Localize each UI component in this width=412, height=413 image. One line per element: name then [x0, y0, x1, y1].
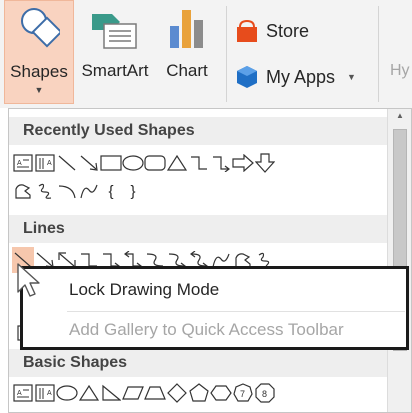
chevron-down-icon: ▼ — [347, 72, 356, 82]
triangle-icon[interactable] — [78, 380, 100, 406]
elbow-arrow-connector-icon[interactable] — [210, 150, 232, 176]
chart-button[interactable]: Chart — [156, 0, 218, 104]
section-header-basic-shapes: Basic Shapes — [9, 349, 387, 377]
vertical-text-box-icon[interactable]: A — [34, 380, 56, 406]
context-menu: Lock Drawing Mode Add Gallery to Quick A… — [20, 266, 409, 350]
chart-icon — [170, 10, 203, 48]
left-brace-icon[interactable]: { — [100, 178, 122, 204]
trapezoid-icon[interactable] — [144, 380, 166, 406]
right-triangle-icon[interactable] — [100, 380, 122, 406]
store-button[interactable]: Store — [236, 14, 309, 48]
store-label: Store — [266, 20, 310, 41]
freeform-shape-icon[interactable] — [12, 178, 34, 204]
ribbon-separator — [226, 6, 227, 102]
scroll-up-icon[interactable]: ▲ — [388, 111, 412, 125]
svg-text:A: A — [17, 390, 22, 397]
truncated-ribbon-label[interactable]: Hy — [390, 62, 410, 80]
basic-shapes-row: A A 7 8 — [12, 379, 276, 407]
curve-icon[interactable] — [78, 178, 100, 204]
my-apps-button[interactable]: My Apps ▼ — [236, 60, 356, 94]
svg-text:A: A — [47, 160, 52, 167]
ribbon-separator — [378, 6, 379, 102]
my-apps-icon — [237, 66, 257, 88]
right-brace-icon[interactable]: } — [122, 178, 144, 204]
heptagon-label: 7 — [240, 389, 245, 399]
section-header-recently-used: Recently Used Shapes — [9, 117, 387, 145]
gallery-scrollbar[interactable]: ▲ — [387, 109, 411, 412]
diamond-icon[interactable] — [166, 380, 188, 406]
store-icon — [237, 19, 257, 42]
elbow-connector-icon[interactable] — [188, 150, 210, 176]
scribble-icon[interactable] — [34, 178, 56, 204]
parallelogram-icon[interactable] — [122, 380, 144, 406]
rounded-rectangle-icon[interactable] — [144, 150, 166, 176]
shapes-label: Shapes — [10, 62, 68, 81]
svg-text:A: A — [47, 390, 52, 397]
section-header-lines: Lines — [9, 215, 387, 243]
recent-shapes-row: A A — [12, 149, 276, 177]
svg-text:A: A — [17, 160, 22, 167]
chart-label: Chart — [166, 61, 208, 80]
smartart-icon — [92, 14, 137, 49]
insert-ribbon: Shapes ▼ SmartArt Chart Store My Apps ▼ … — [0, 0, 412, 108]
arc-icon[interactable] — [56, 178, 78, 204]
shapes-button[interactable]: Shapes ▼ — [4, 0, 74, 104]
octagon-label: 8 — [262, 389, 267, 399]
right-arrow-icon[interactable] — [232, 150, 254, 176]
rectangle-icon[interactable] — [100, 150, 122, 176]
smartart-label: SmartArt — [81, 61, 149, 80]
oval-icon[interactable] — [122, 150, 144, 176]
octagon-icon[interactable]: 8 — [254, 380, 276, 406]
smartart-button[interactable]: SmartArt — [74, 0, 156, 104]
line-icon[interactable] — [56, 150, 78, 176]
vertical-text-box-icon[interactable]: A — [34, 150, 56, 176]
shapes-gallery: Recently Used Shapes A A { } Lines Basic… — [8, 108, 412, 413]
mouse-cursor-icon — [17, 263, 40, 297]
text-box-icon[interactable]: A — [12, 150, 34, 176]
shapes-icon — [21, 8, 60, 48]
recent-shapes-row: { } — [12, 177, 144, 205]
right-brace-glyph: } — [130, 182, 136, 200]
left-brace-glyph: { — [108, 182, 114, 200]
down-arrow-icon[interactable] — [254, 150, 276, 176]
oval-icon[interactable] — [56, 380, 78, 406]
pentagon-icon[interactable] — [188, 380, 210, 406]
my-apps-label: My Apps — [266, 66, 336, 87]
heptagon-icon[interactable]: 7 — [232, 380, 254, 406]
lock-drawing-mode-item[interactable]: Lock Drawing Mode — [69, 280, 219, 300]
add-gallery-to-qat-item[interactable]: Add Gallery to Quick Access Toolbar — [69, 320, 344, 340]
hexagon-icon[interactable] — [210, 380, 232, 406]
text-box-icon[interactable]: A — [12, 380, 34, 406]
triangle-icon[interactable] — [166, 150, 188, 176]
arrow-line-icon[interactable] — [78, 150, 100, 176]
chevron-down-icon: ▼ — [34, 85, 44, 95]
menu-separator — [67, 311, 405, 312]
